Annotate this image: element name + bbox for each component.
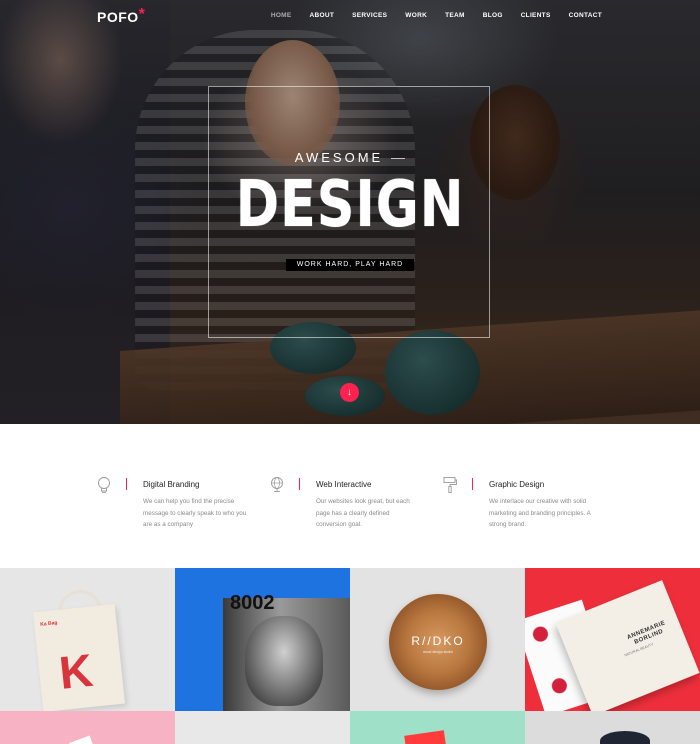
hero-tagline: WORK HARD, PLAY HARD (286, 259, 414, 271)
portfolio-item[interactable] (0, 711, 175, 744)
portfolio-item-magazine[interactable]: 8002 (175, 568, 350, 711)
feature-title: Web Interactive (316, 480, 372, 489)
features-section: Digital Branding We can help you find th… (0, 424, 700, 568)
tote-bag-label: Ka Bag (40, 620, 58, 628)
main-menu: HOME ABOUT SERVICES WORK TEAM BLOG CLIEN… (253, 12, 602, 19)
tote-bag-logo: K (56, 643, 96, 699)
paint-roller-icon (443, 477, 457, 493)
portfolio-item-wood-logo[interactable]: R//DKO wood design studio (350, 568, 525, 711)
nav-item-team[interactable]: TEAM (445, 12, 465, 19)
top-navigation: POFO* HOME ABOUT SERVICES WORK TEAM BLOG… (0, 0, 700, 34)
arrow-down-icon: ↓ (347, 387, 352, 398)
scroll-down-button[interactable]: ↓ (340, 383, 359, 402)
nav-item-contact[interactable]: CONTACT (569, 12, 602, 19)
nav-item-clients[interactable]: CLIENTS (521, 12, 551, 19)
logo-text: POFO (97, 9, 139, 25)
magazine-portrait (245, 616, 323, 706)
hero-subtitle-text: AWESOME (294, 150, 384, 165)
nav-item-work[interactable]: WORK (405, 12, 427, 19)
feature-accent-bar (126, 478, 127, 490)
logo-asterisk-icon: * (138, 6, 146, 23)
lightbulb-icon (98, 477, 110, 493)
logo[interactable]: POFO* (97, 6, 146, 27)
hero-subtitle-line (391, 158, 406, 160)
portfolio-item[interactable] (175, 711, 350, 744)
feature-description: We interlace our creative with solid mar… (489, 498, 591, 528)
hero-title: DESIGN (235, 168, 465, 242)
feature-accent-bar (299, 478, 300, 490)
wood-logo-text: R//DKO (411, 634, 465, 648)
hero-section: AWESOME DESIGN WORK HARD, PLAY HARD ↓ PO… (0, 0, 700, 424)
portfolio-thumbnail (600, 731, 650, 744)
nav-item-about[interactable]: ABOUT (310, 12, 335, 19)
magazine-title: 8002 (230, 592, 275, 614)
feature-description: Our websites look great, but each page h… (316, 498, 410, 528)
feature-title: Digital Branding (143, 480, 200, 489)
wood-logo-subtext: wood design studio (423, 650, 453, 654)
nav-item-blog[interactable]: BLOG (483, 12, 503, 19)
portfolio-item-tote-bag[interactable]: Ka Bag K (0, 568, 175, 711)
hero-subtitle: AWESOME (0, 150, 700, 165)
wood-slice-image: R//DKO wood design studio (389, 594, 487, 690)
feature-accent-bar (472, 478, 473, 490)
nav-item-services[interactable]: SERVICES (352, 12, 387, 19)
nav-item-home[interactable]: HOME (271, 12, 292, 19)
portfolio-grid: Ka Bag K 8002 R//DKO wood design studio … (0, 568, 700, 744)
portfolio-item[interactable] (525, 711, 700, 744)
globe-icon (271, 477, 283, 492)
portfolio-item-box[interactable]: ANNEMARIE BORLIND NATURAL BEAUTY (525, 568, 700, 711)
portfolio-thumbnail (68, 735, 94, 744)
portfolio-thumbnail (404, 730, 446, 744)
tote-bag-image: Ka Bag K (32, 603, 126, 711)
portfolio-item[interactable] (350, 711, 525, 744)
feature-title: Graphic Design (489, 480, 545, 489)
feature-description: We can help you find the precise message… (143, 498, 247, 528)
